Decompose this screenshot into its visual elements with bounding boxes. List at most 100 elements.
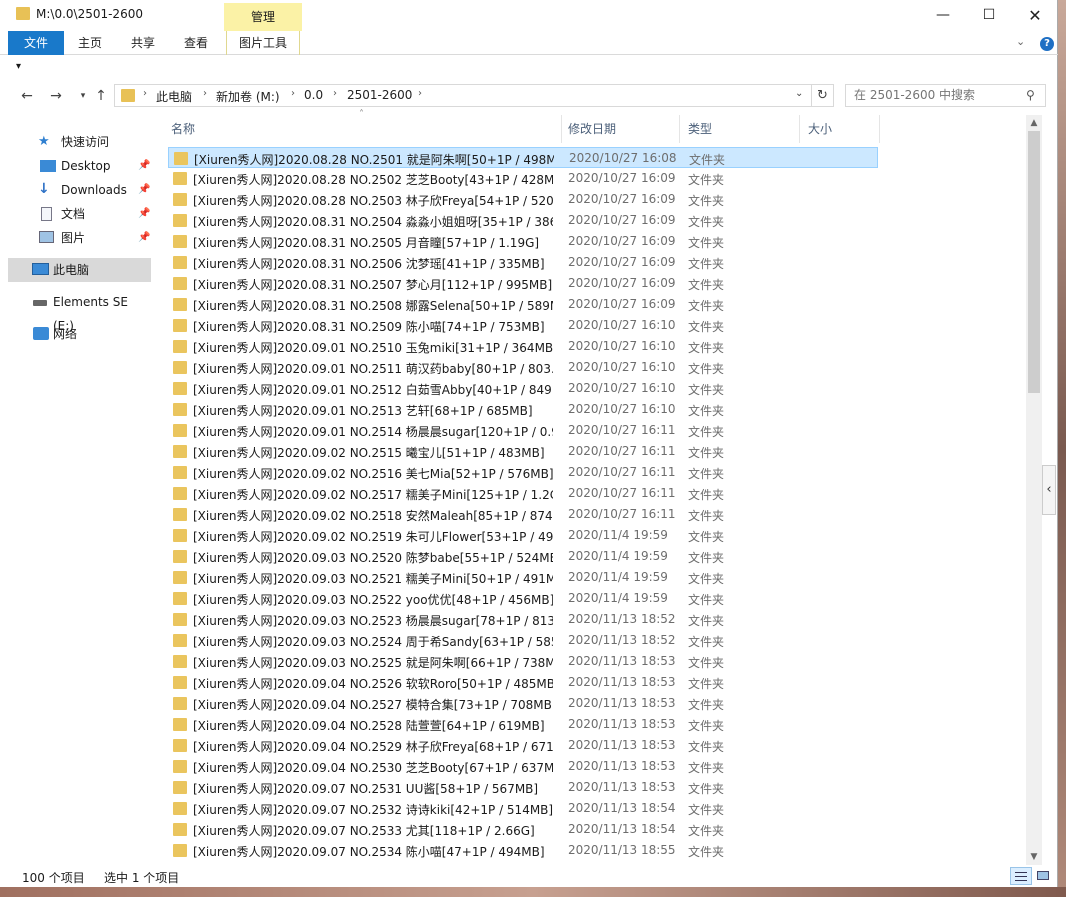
column-date-modified[interactable]: 修改日期 bbox=[560, 115, 680, 143]
file-name: [Xiuren秀人网]2020.08.31 NO.2508 娜露Selena[5… bbox=[193, 299, 553, 313]
search-box[interactable]: ⚲ bbox=[845, 84, 1046, 107]
file-row[interactable]: [Xiuren秀人网]2020.09.03 NO.2523 杨晨晨sugar[7… bbox=[168, 609, 878, 630]
file-name: [Xiuren秀人网]2020.08.31 NO.2505 月音瞳[57+1P … bbox=[193, 236, 540, 250]
file-row[interactable]: [Xiuren秀人网]2020.09.02 NO.2516 美七Mia[52+1… bbox=[168, 462, 878, 483]
address-bar[interactable]: › 此电脑 › 新加卷 (M:) › 0.0 › 2501-2600 › ⌄ bbox=[114, 84, 812, 107]
sidebar-item-desktop[interactable]: Desktop 📌 bbox=[8, 154, 151, 178]
recent-locations-icon[interactable]: ▾ bbox=[73, 87, 93, 105]
file-date: 2020/11/13 18:53 bbox=[568, 759, 676, 773]
sidebar-item-external-drive[interactable]: Elements SE (E:) bbox=[8, 290, 151, 333]
file-row[interactable]: [Xiuren秀人网]2020.08.31 NO.2508 娜露Selena[5… bbox=[168, 294, 878, 315]
file-row[interactable]: [Xiuren秀人网]2020.09.07 NO.2534 陈小喵[47+1P … bbox=[168, 840, 878, 861]
file-row[interactable]: [Xiuren秀人网]2020.09.01 NO.2514 杨晨晨sugar[1… bbox=[168, 420, 878, 441]
chevron-down-icon[interactable]: ⌄ bbox=[1016, 35, 1025, 48]
file-row[interactable]: [Xiuren秀人网]2020.09.03 NO.2521 糯美子Mini[50… bbox=[168, 567, 878, 588]
help-icon[interactable]: ? bbox=[1040, 37, 1054, 51]
file-row[interactable]: [Xiuren秀人网]2020.09.03 NO.2522 yoo优优[48+1… bbox=[168, 588, 878, 609]
file-row[interactable]: [Xiuren秀人网]2020.08.31 NO.2506 沈梦瑶[41+1P … bbox=[168, 252, 878, 273]
file-row[interactable]: [Xiuren秀人网]2020.09.01 NO.2511 萌汉药baby[80… bbox=[168, 357, 878, 378]
breadcrumb-drive[interactable]: 新加卷 (M:) bbox=[216, 88, 280, 105]
sidebar-item-quick-access[interactable]: ★ 快速访问 bbox=[8, 130, 151, 154]
drive-icon bbox=[33, 300, 47, 306]
file-row[interactable]: [Xiuren秀人网]2020.09.02 NO.2517 糯美子Mini[12… bbox=[168, 483, 878, 504]
file-row[interactable]: [Xiuren秀人网]2020.09.02 NO.2519 朱可儿Flower[… bbox=[168, 525, 878, 546]
details-view-icon[interactable] bbox=[1010, 867, 1032, 885]
chevron-right-icon[interactable]: › bbox=[203, 88, 207, 99]
maximize-button[interactable]: ☐ bbox=[966, 0, 1012, 31]
file-row[interactable]: [Xiuren秀人网]2020.08.31 NO.2504 淼淼小姐姐呀[35+… bbox=[168, 210, 878, 231]
breadcrumb-this-pc[interactable]: 此电脑 bbox=[156, 88, 192, 105]
pin-icon[interactable]: 📌 bbox=[138, 202, 150, 226]
up-arrow-icon[interactable]: ↑ bbox=[91, 87, 111, 105]
file-row[interactable]: [Xiuren秀人网]2020.09.01 NO.2510 玉兔miki[31+… bbox=[168, 336, 878, 357]
customize-toolbar-icon[interactable]: ▾ bbox=[16, 61, 21, 72]
scroll-down-icon[interactable]: ▼ bbox=[1026, 849, 1042, 865]
minimize-button[interactable]: — bbox=[920, 0, 966, 31]
forward-arrow-icon[interactable]: → bbox=[46, 87, 66, 105]
file-date: 2020/11/4 19:59 bbox=[568, 570, 668, 584]
pin-icon[interactable]: 📌 bbox=[138, 154, 150, 178]
breadcrumb-folder-0-0[interactable]: 0.0 bbox=[304, 88, 323, 102]
file-row[interactable]: [Xiuren秀人网]2020.08.31 NO.2505 月音瞳[57+1P … bbox=[168, 231, 878, 252]
breadcrumb-current[interactable]: 2501-2600 bbox=[347, 88, 412, 102]
file-date: 2020/10/27 16:09 bbox=[568, 234, 676, 248]
file-row[interactable]: [Xiuren秀人网]2020.09.04 NO.2527 模特合集[73+1P… bbox=[168, 693, 878, 714]
file-row[interactable]: [Xiuren秀人网]2020.09.07 NO.2532 诗诗kiki[42+… bbox=[168, 798, 878, 819]
column-size[interactable]: 大小 bbox=[800, 115, 880, 143]
tab-share[interactable]: 共享 bbox=[118, 31, 168, 55]
search-input[interactable] bbox=[854, 88, 1024, 102]
chevron-left-icon[interactable]: ‹ bbox=[1042, 465, 1056, 515]
large-icons-view-icon[interactable] bbox=[1034, 867, 1052, 885]
chevron-right-icon[interactable]: › bbox=[333, 88, 337, 99]
sidebar-item-pictures[interactable]: 图片 📌 bbox=[8, 226, 151, 250]
file-type: 文件夹 bbox=[688, 383, 725, 397]
file-type: 文件夹 bbox=[688, 740, 725, 754]
column-type[interactable]: 类型 bbox=[680, 115, 800, 143]
close-button[interactable]: ✕ bbox=[1012, 0, 1058, 31]
file-name: [Xiuren秀人网]2020.09.01 NO.2512 白茹雪Abby[40… bbox=[193, 383, 553, 397]
tab-home[interactable]: 主页 bbox=[66, 31, 114, 55]
sidebar-item-documents[interactable]: 文档 📌 bbox=[8, 202, 151, 226]
sidebar-item-network[interactable]: 网络 bbox=[8, 322, 151, 346]
file-row[interactable]: [Xiuren秀人网]2020.09.03 NO.2525 就是阿朱啊[66+1… bbox=[168, 651, 878, 672]
sidebar-item-downloads[interactable]: ↓ Downloads 📌 bbox=[8, 178, 151, 202]
column-name[interactable]: 名称 bbox=[163, 115, 562, 143]
file-row[interactable]: [Xiuren秀人网]2020.08.28 NO.2503 林子欣Freya[5… bbox=[168, 189, 878, 210]
file-row[interactable]: [Xiuren秀人网]2020.08.28 NO.2502 芝芝Booty[43… bbox=[168, 168, 878, 189]
file-row[interactable]: [Xiuren秀人网]2020.08.31 NO.2507 梦心月[112+1P… bbox=[168, 273, 878, 294]
tab-file[interactable]: 文件 bbox=[8, 31, 64, 55]
file-row[interactable]: [Xiuren秀人网]2020.09.07 NO.2531 UU酱[58+1P … bbox=[168, 777, 878, 798]
chevron-right-icon[interactable]: › bbox=[143, 88, 147, 99]
file-row[interactable]: [Xiuren秀人网]2020.09.02 NO.2515 曦宝儿[51+1P … bbox=[168, 441, 878, 462]
search-icon[interactable]: ⚲ bbox=[1026, 88, 1035, 102]
file-type: 文件夹 bbox=[688, 173, 725, 187]
chevron-right-icon[interactable]: › bbox=[418, 88, 422, 99]
sidebar-item-this-pc[interactable]: 此电脑 bbox=[8, 258, 151, 282]
file-row[interactable]: [Xiuren秀人网]2020.09.04 NO.2529 林子欣Freya[6… bbox=[168, 735, 878, 756]
file-row[interactable]: [Xiuren秀人网]2020.09.07 NO.2533 尤其[118+1P … bbox=[168, 819, 878, 840]
tab-view[interactable]: 查看 bbox=[172, 31, 220, 55]
scroll-up-icon[interactable]: ▲ bbox=[1026, 115, 1042, 131]
file-row[interactable]: [Xiuren秀人网]2020.08.28 NO.2501 就是阿朱啊[50+1… bbox=[168, 147, 878, 168]
pin-icon[interactable]: 📌 bbox=[138, 178, 150, 202]
file-row[interactable]: [Xiuren秀人网]2020.09.01 NO.2512 白茹雪Abby[40… bbox=[168, 378, 878, 399]
file-row[interactable]: [Xiuren秀人网]2020.08.31 NO.2509 陈小喵[74+1P … bbox=[168, 315, 878, 336]
file-row[interactable]: [Xiuren秀人网]2020.09.04 NO.2530 芝芝Booty[67… bbox=[168, 756, 878, 777]
tab-manage[interactable]: 管理 bbox=[224, 3, 302, 31]
chevron-right-icon[interactable]: › bbox=[291, 88, 295, 99]
tab-picture-tools[interactable]: 图片工具 bbox=[226, 31, 300, 55]
vertical-scrollbar[interactable]: ▲ ▼ bbox=[1026, 115, 1042, 865]
file-row[interactable]: [Xiuren秀人网]2020.09.01 NO.2513 艺轩[68+1P /… bbox=[168, 399, 878, 420]
file-row[interactable]: [Xiuren秀人网]2020.09.02 NO.2518 安然Maleah[8… bbox=[168, 504, 878, 525]
file-row[interactable]: [Xiuren秀人网]2020.09.04 NO.2528 陆萱萱[64+1P … bbox=[168, 714, 878, 735]
file-row[interactable]: [Xiuren秀人网]2020.09.03 NO.2520 陈梦babe[55+… bbox=[168, 546, 878, 567]
chevron-down-icon[interactable]: ⌄ bbox=[795, 88, 803, 99]
file-row[interactable]: [Xiuren秀人网]2020.09.04 NO.2526 软软Roro[50+… bbox=[168, 672, 878, 693]
file-row[interactable]: [Xiuren秀人网]2020.09.03 NO.2524 周于希Sandy[6… bbox=[168, 630, 878, 651]
back-arrow-icon[interactable]: ← bbox=[17, 87, 37, 105]
refresh-icon[interactable]: ↻ bbox=[812, 84, 834, 107]
pin-icon[interactable]: 📌 bbox=[138, 226, 150, 250]
file-type: 文件夹 bbox=[688, 803, 725, 817]
scrollbar-thumb[interactable] bbox=[1028, 131, 1040, 393]
file-type: 文件夹 bbox=[688, 845, 725, 859]
